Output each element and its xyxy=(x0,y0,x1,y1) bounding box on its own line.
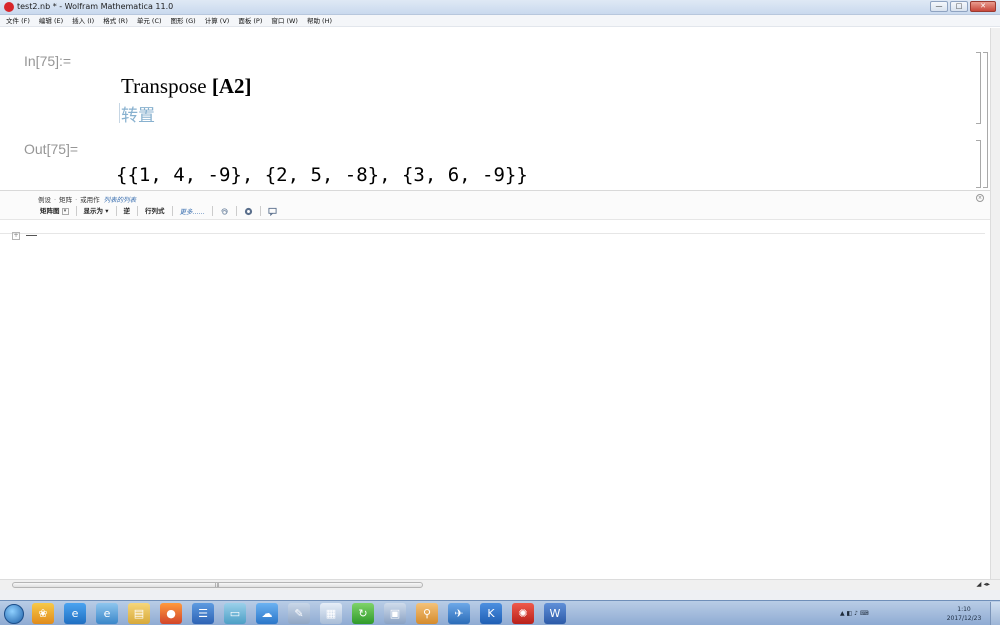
output-cell[interactable]: {{1, 4, -9}, {2, 5, -8}, {3, 6, -9}} xyxy=(116,164,528,186)
remote-desktop-icon[interactable]: ▣ xyxy=(384,603,406,624)
suggestions-bar: 例设 · 矩阵 · 或用作 列表的列表 × 矩阵图 ▾ 显示为 ▾ 逆 行列式 更多....… xyxy=(0,190,990,220)
text-cursor xyxy=(119,103,120,123)
input-label: In[75]:= xyxy=(24,53,72,69)
spiral-icon[interactable] xyxy=(220,207,229,216)
new-cell-insert-icon[interactable]: + xyxy=(12,232,20,240)
vertical-scrollbar[interactable] xyxy=(990,28,1000,581)
divider xyxy=(115,206,117,216)
settings-icon[interactable] xyxy=(244,207,253,216)
input-argument: [A2] xyxy=(211,74,252,98)
menu-file[interactable]: 文件 (F) xyxy=(6,15,30,26)
menu-window[interactable]: 窗口 (W) xyxy=(271,15,298,26)
ie-icon[interactable]: e xyxy=(96,603,118,624)
more-button[interactable]: 更多...... xyxy=(177,206,208,216)
clock[interactable]: 1:10 2017/12/23 xyxy=(940,605,988,623)
input-function: Transpose xyxy=(121,74,207,98)
menu-cell[interactable]: 单元 (C) xyxy=(137,15,162,26)
taskbar-apps: ❀ e e ▤ ● ☰ ▭ ☁ ✎ ▦ ↻ ▣ ⚲ ✈ K ✺ W xyxy=(32,603,566,624)
clock-time: 1:10 xyxy=(957,606,971,613)
suggest-text-a: 例设 xyxy=(38,196,51,204)
taskbar: ❀ e e ▤ ● ☰ ▭ ☁ ✎ ▦ ↻ ▣ ⚲ ✈ K ✺ W ▲ ◧ ♪ … xyxy=(0,600,1000,625)
input-cell-bracket[interactable] xyxy=(976,52,981,124)
suggest-text-c: 或用作 xyxy=(80,196,100,204)
window-controls: — □ ✕ xyxy=(930,1,996,12)
mathematica-taskbar-icon[interactable]: ✺ xyxy=(512,603,534,624)
windows-start-icon[interactable] xyxy=(4,604,24,624)
photos-app-icon[interactable]: ❀ xyxy=(32,603,54,624)
menu-edit[interactable]: 编辑 (E) xyxy=(39,15,63,26)
minimize-button[interactable]: — xyxy=(930,1,948,12)
system-tray: ▲ ◧ ♪ ⌨ 1:10 2017/12/23 xyxy=(840,602,1000,625)
window-title: test2.nb * - Wolfram Mathematica 11.0 xyxy=(17,2,174,11)
inverse-button[interactable]: 逆 xyxy=(121,206,134,216)
matrix-plot-button[interactable]: 矩阵图 ▾ xyxy=(37,206,72,216)
document-app-icon[interactable]: ▦ xyxy=(320,603,342,624)
status-bar xyxy=(0,590,1000,600)
notebook-area[interactable]: In[75]:= Transpose [A2] 转置 Out[75]= {{1,… xyxy=(0,28,1000,581)
display-as-label: 显示为 xyxy=(83,207,104,215)
tray-icons[interactable]: ▲ ◧ ♪ ⌨ xyxy=(840,610,869,617)
word-icon[interactable]: W xyxy=(544,603,566,624)
cell-divider xyxy=(0,233,985,234)
k-app-icon[interactable]: K xyxy=(480,603,502,624)
book-app-icon[interactable]: ▭ xyxy=(224,603,246,624)
menu-bar: 文件 (F) 编辑 (E) 插入 (I) 格式 (R) 单元 (C) 图形 (G… xyxy=(0,15,1000,27)
input-cell[interactable]: Transpose [A2] xyxy=(121,74,251,99)
divider xyxy=(137,206,139,216)
close-button[interactable]: ✕ xyxy=(970,1,996,12)
zoom-controls[interactable]: ◢ ◂▸ xyxy=(976,580,990,588)
display-as-button[interactable]: 显示为 ▾ xyxy=(81,206,112,216)
horizontal-scrollbar[interactable]: III ◢ ◂▸ xyxy=(0,579,1000,590)
menu-help[interactable]: 帮助 (H) xyxy=(307,15,332,26)
show-desktop-button[interactable] xyxy=(990,602,1000,625)
mathematica-window: test2.nb * - Wolfram Mathematica 11.0 — … xyxy=(0,0,1000,625)
divider xyxy=(235,206,237,216)
divider xyxy=(171,206,173,216)
input-hint: 转置 xyxy=(121,106,155,126)
bird-app-icon[interactable]: ✈ xyxy=(448,603,470,624)
draw-app-icon[interactable]: ✎ xyxy=(288,603,310,624)
divider xyxy=(211,206,213,216)
list-app-icon[interactable]: ☰ xyxy=(192,603,214,624)
refresh-app-icon[interactable]: ↻ xyxy=(352,603,374,624)
menu-palettes[interactable]: 面板 (P) xyxy=(238,15,262,26)
suggestions-description: 例设 · 矩阵 · 或用作 列表的列表 xyxy=(38,196,137,204)
menu-format[interactable]: 格式 (R) xyxy=(103,15,128,26)
divider xyxy=(259,206,261,216)
cell-insertion-line xyxy=(26,235,37,236)
output-label: Out[75]= xyxy=(24,141,79,157)
menu-evaluation[interactable]: 计算 (V) xyxy=(205,15,230,26)
horizontal-scroll-thumb[interactable]: III xyxy=(12,582,423,589)
firefox-icon[interactable]: ● xyxy=(160,603,182,624)
chevron-down-icon: ▾ xyxy=(105,207,109,215)
group-cell-bracket[interactable] xyxy=(983,52,988,188)
maximize-button[interactable]: □ xyxy=(950,1,968,12)
suggest-text-b: 矩阵 xyxy=(59,196,73,204)
output-cell-bracket[interactable] xyxy=(976,140,981,188)
scroll-grip-icon: III xyxy=(215,583,220,589)
menu-insert[interactable]: 插入 (I) xyxy=(72,15,94,26)
determinant-button[interactable]: 行列式 xyxy=(142,206,168,216)
feedback-icon[interactable] xyxy=(268,207,277,216)
menu-graphics[interactable]: 图形 (G) xyxy=(171,15,196,26)
suggest-link-list[interactable]: 列表的列表 xyxy=(104,196,137,204)
title-bar: test2.nb * - Wolfram Mathematica 11.0 — … xyxy=(0,0,1000,15)
browser-e-icon[interactable]: e xyxy=(64,603,86,624)
mathematica-icon xyxy=(4,2,14,12)
matrix-plot-label: 矩阵图 xyxy=(40,207,60,215)
divider xyxy=(75,206,77,216)
cloud-drive-icon[interactable]: ☁ xyxy=(256,603,278,624)
search-app-icon[interactable]: ⚲ xyxy=(416,603,438,624)
chevron-down-icon[interactable]: ▾ xyxy=(61,207,69,215)
folder-icon[interactable]: ▤ xyxy=(128,603,150,624)
clock-date: 2017/12/23 xyxy=(946,615,982,622)
suggestions-actions: 矩阵图 ▾ 显示为 ▾ 逆 行列式 更多...... xyxy=(37,205,280,217)
suggestions-close-icon[interactable]: × xyxy=(976,194,984,202)
